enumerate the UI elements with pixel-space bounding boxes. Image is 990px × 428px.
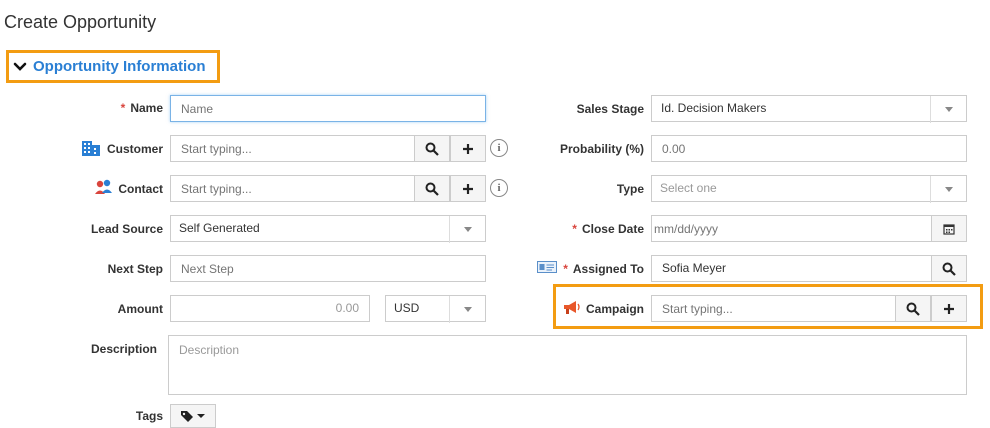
tag-icon xyxy=(181,411,205,422)
description-textarea[interactable]: Description xyxy=(168,335,967,395)
type-placeholder: Select one xyxy=(660,181,717,195)
assigned-to-search-button[interactable] xyxy=(931,255,967,282)
contact-add-button[interactable] xyxy=(450,175,486,202)
contact-info-icon[interactable]: i xyxy=(490,179,508,197)
search-icon xyxy=(425,182,439,196)
description-label: Description xyxy=(90,342,157,356)
contact-label: Contact xyxy=(118,182,163,196)
currency-select[interactable]: USD xyxy=(385,295,486,323)
plus-icon xyxy=(463,183,473,194)
customer-add-button[interactable] xyxy=(450,135,486,162)
assigned-to-label: * Assigned To xyxy=(563,262,644,276)
sales-stage-label: Sales Stage xyxy=(576,102,644,116)
dropdown-arrow-icon xyxy=(449,296,485,323)
plus-icon xyxy=(944,303,954,314)
next-step-input[interactable] xyxy=(170,255,486,282)
tags-label: Tags xyxy=(135,409,163,423)
probability-input[interactable] xyxy=(651,135,967,162)
dropdown-arrow-icon xyxy=(930,176,966,203)
campaign-label: Campaign xyxy=(585,302,644,316)
lead-source-value: Self Generated xyxy=(179,221,260,235)
calendar-icon xyxy=(943,223,955,235)
opportunity-information-toggle[interactable]: Opportunity Information xyxy=(6,50,220,83)
campaign-add-button[interactable] xyxy=(931,295,967,322)
sales-stage-value: Id. Decision Makers xyxy=(661,101,767,115)
calendar-button[interactable] xyxy=(931,215,967,242)
customer-input[interactable] xyxy=(170,135,415,162)
dropdown-arrow-icon xyxy=(449,216,485,243)
chevron-down-icon xyxy=(12,59,28,75)
currency-value: USD xyxy=(394,301,420,315)
name-input[interactable] xyxy=(170,95,486,122)
page-title: Create Opportunity xyxy=(4,12,157,32)
megaphone-icon xyxy=(562,299,582,316)
assigned-to-input[interactable]: Sofia Meyer xyxy=(651,255,932,282)
customer-search-button[interactable] xyxy=(414,135,450,162)
search-icon xyxy=(425,142,439,156)
building-icon xyxy=(81,139,101,156)
contacts-icon xyxy=(94,179,114,196)
search-icon xyxy=(942,262,956,276)
section-title: Opportunity Information xyxy=(33,58,206,75)
contact-search-button[interactable] xyxy=(414,175,450,202)
lead-source-select[interactable]: Self Generated xyxy=(170,215,486,243)
type-select[interactable]: Select one xyxy=(651,175,967,203)
plus-icon xyxy=(463,143,473,154)
campaign-input[interactable] xyxy=(651,295,896,322)
contact-card-icon xyxy=(537,261,557,273)
lead-source-label: Lead Source xyxy=(90,222,163,236)
close-date-label: * Close Date xyxy=(572,222,644,236)
probability-label: Probability (%) xyxy=(559,142,644,156)
campaign-search-button[interactable] xyxy=(895,295,931,322)
customer-label: Customer xyxy=(106,142,163,156)
next-step-label: Next Step xyxy=(107,262,163,276)
sales-stage-select[interactable]: Id. Decision Makers xyxy=(651,95,967,123)
name-label: * Name xyxy=(120,101,163,115)
search-icon xyxy=(906,302,920,316)
amount-input[interactable]: 0.00 xyxy=(170,295,370,322)
type-label: Type xyxy=(616,182,644,196)
customer-info-icon[interactable]: i xyxy=(490,139,508,157)
close-date-input[interactable] xyxy=(651,215,932,242)
tags-dropdown-button[interactable] xyxy=(170,404,216,428)
amount-label: Amount xyxy=(117,302,163,316)
contact-input[interactable] xyxy=(170,175,415,202)
dropdown-arrow-icon xyxy=(930,96,966,123)
